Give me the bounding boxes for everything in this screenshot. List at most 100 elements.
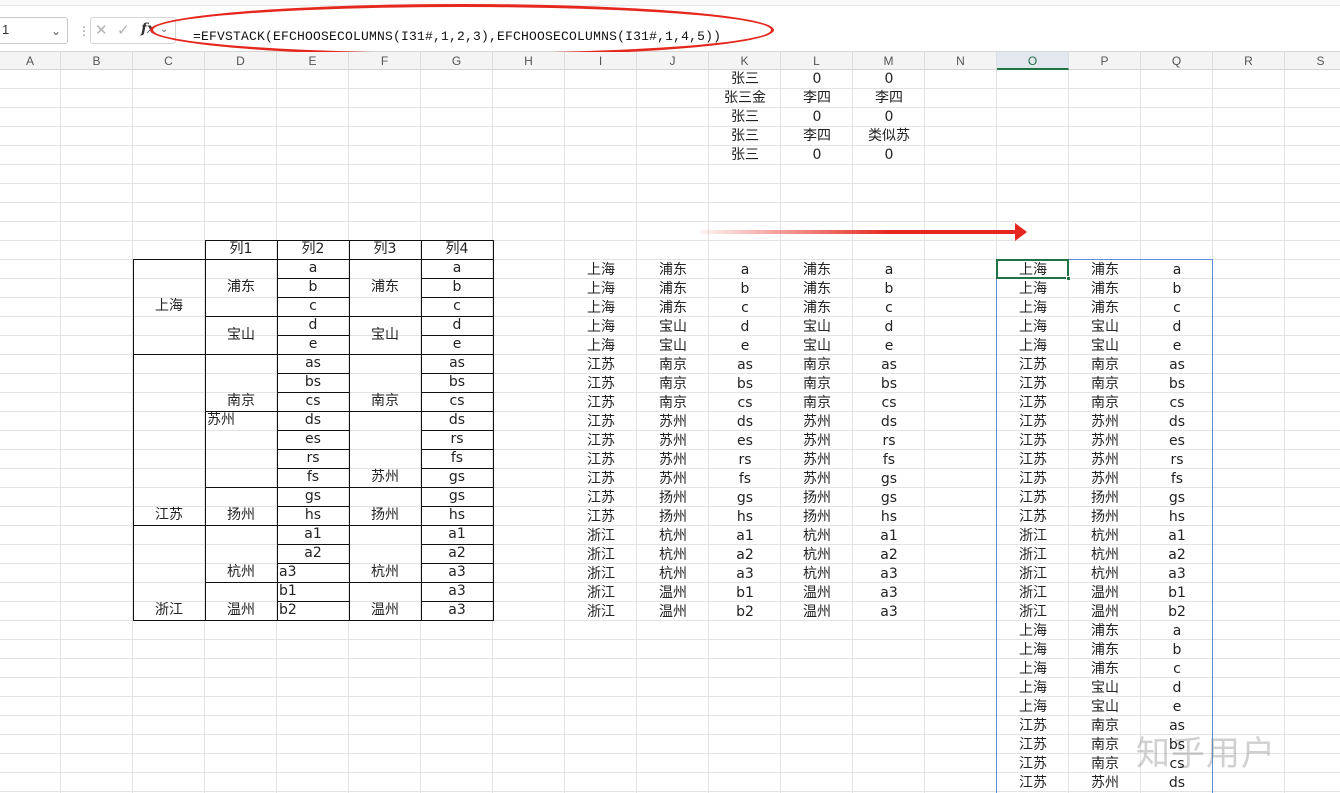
cell[interactable]: 浙江 [565,527,637,546]
cell[interactable]: 浦东 [781,261,853,280]
cell[interactable]: 浦东 [637,280,709,299]
cell[interactable]: 浙江 [997,546,1069,565]
cell[interactable]: 江苏 [997,736,1069,755]
cell[interactable]: 苏州 [637,432,709,451]
cell[interactable]: 江苏 [997,375,1069,394]
cell[interactable]: hs [853,508,925,527]
cell[interactable]: 江苏 [997,489,1069,508]
cell[interactable]: 江苏 [997,451,1069,470]
cell[interactable]: 江苏 [997,755,1069,774]
cell[interactable]: 温州 [1069,584,1141,603]
cell[interactable]: 上海 [997,299,1069,318]
cell[interactable]: 浙江 [565,565,637,584]
cell[interactable]: 苏州 [781,432,853,451]
cell[interactable]: 温州 [637,584,709,603]
cell[interactable]: 江苏 [565,413,637,432]
cell[interactable]: 浦东 [205,278,277,297]
cell[interactable]: 江苏 [997,356,1069,375]
cell[interactable]: ds [421,411,493,430]
cell[interactable]: 江苏 [997,508,1069,527]
column-header-C[interactable]: C [133,52,205,70]
cell[interactable]: 杭州 [1069,565,1141,584]
cell[interactable]: 南京 [637,356,709,375]
cell[interactable]: 浦东 [637,261,709,280]
cell[interactable]: 张三 [709,127,781,146]
cell[interactable]: 张三 [709,70,781,89]
cell[interactable]: 张三 [709,146,781,165]
cell[interactable]: as [277,354,349,373]
cell[interactable]: 上海 [997,337,1069,356]
cell[interactable]: b2 [1141,603,1213,622]
cell[interactable]: 扬州 [1069,489,1141,508]
cell[interactable]: 扬州 [781,508,853,527]
cell[interactable]: 上海 [565,261,637,280]
cell[interactable]: 李四 [853,89,925,108]
cell[interactable]: a [1141,261,1213,280]
cell[interactable]: fs [853,451,925,470]
cancel-icon[interactable]: ✕ [95,21,108,39]
cell[interactable]: 浦东 [1069,641,1141,660]
cell[interactable]: bs [1141,375,1213,394]
cell[interactable]: a3 [421,601,493,620]
cell[interactable]: 上海 [997,660,1069,679]
cell[interactable]: e [1141,337,1213,356]
cell[interactable]: hs [1141,508,1213,527]
cell[interactable]: bs [1141,736,1213,755]
cell[interactable]: a3 [421,582,493,601]
cell[interactable]: 宝山 [1069,698,1141,717]
cell[interactable]: 杭州 [349,563,421,582]
cell[interactable]: as [709,356,781,375]
cell[interactable]: 南京 [1069,356,1141,375]
cell[interactable]: 江苏 [565,470,637,489]
cell[interactable]: d [421,316,493,335]
cell[interactable]: 类似苏 [853,127,925,146]
cell[interactable]: 苏州 [1069,470,1141,489]
cell[interactable]: 李四 [781,127,853,146]
cell[interactable]: 浙江 [565,546,637,565]
cell[interactable]: 江苏 [997,413,1069,432]
cell[interactable]: 江苏 [133,506,205,525]
cell[interactable]: a2 [709,546,781,565]
cell[interactable]: 南京 [1069,755,1141,774]
cell[interactable]: 南京 [349,392,421,411]
column-header-M[interactable]: M [853,52,925,70]
cell[interactable]: 0 [781,108,853,127]
cell[interactable]: 江苏 [565,394,637,413]
cell[interactable]: 浙江 [997,565,1069,584]
cell[interactable]: 江苏 [565,451,637,470]
cell[interactable]: b1 [709,584,781,603]
cell[interactable]: 杭州 [637,527,709,546]
cell[interactable]: ds [1141,774,1213,793]
cell[interactable]: 宝山 [637,337,709,356]
cell[interactable]: es [1141,432,1213,451]
cell[interactable]: 浙江 [565,584,637,603]
cell[interactable]: a3 [277,563,349,582]
cell[interactable]: a1 [277,525,349,544]
cell[interactable]: 杭州 [1069,546,1141,565]
cell[interactable]: gs [277,487,349,506]
cell[interactable]: b [277,278,349,297]
more-options-icon[interactable]: ⋮ [78,24,90,38]
cell[interactable]: 温州 [205,601,277,620]
cell[interactable]: hs [277,506,349,525]
cell[interactable]: b [1141,280,1213,299]
cell[interactable]: 南京 [1069,736,1141,755]
cell[interactable]: a3 [1141,565,1213,584]
cell[interactable]: 浙江 [997,584,1069,603]
cell[interactable]: 杭州 [637,546,709,565]
cell[interactable]: 苏州 [781,470,853,489]
cell[interactable]: 江苏 [565,375,637,394]
cell[interactable]: a [709,261,781,280]
cell[interactable]: b1 [1141,584,1213,603]
cell[interactable]: a [853,261,925,280]
cell[interactable]: 浙江 [133,601,205,620]
column-header-A[interactable]: A [0,52,61,70]
confirm-icon[interactable]: ✓ [117,21,130,39]
cell[interactable]: a2 [277,544,349,563]
cell[interactable]: gs [1141,489,1213,508]
cell[interactable]: 0 [853,70,925,89]
cell[interactable]: 浦东 [1069,261,1141,280]
cell[interactable]: rs [1141,451,1213,470]
cell[interactable]: cs [853,394,925,413]
cell[interactable]: a3 [421,563,493,582]
